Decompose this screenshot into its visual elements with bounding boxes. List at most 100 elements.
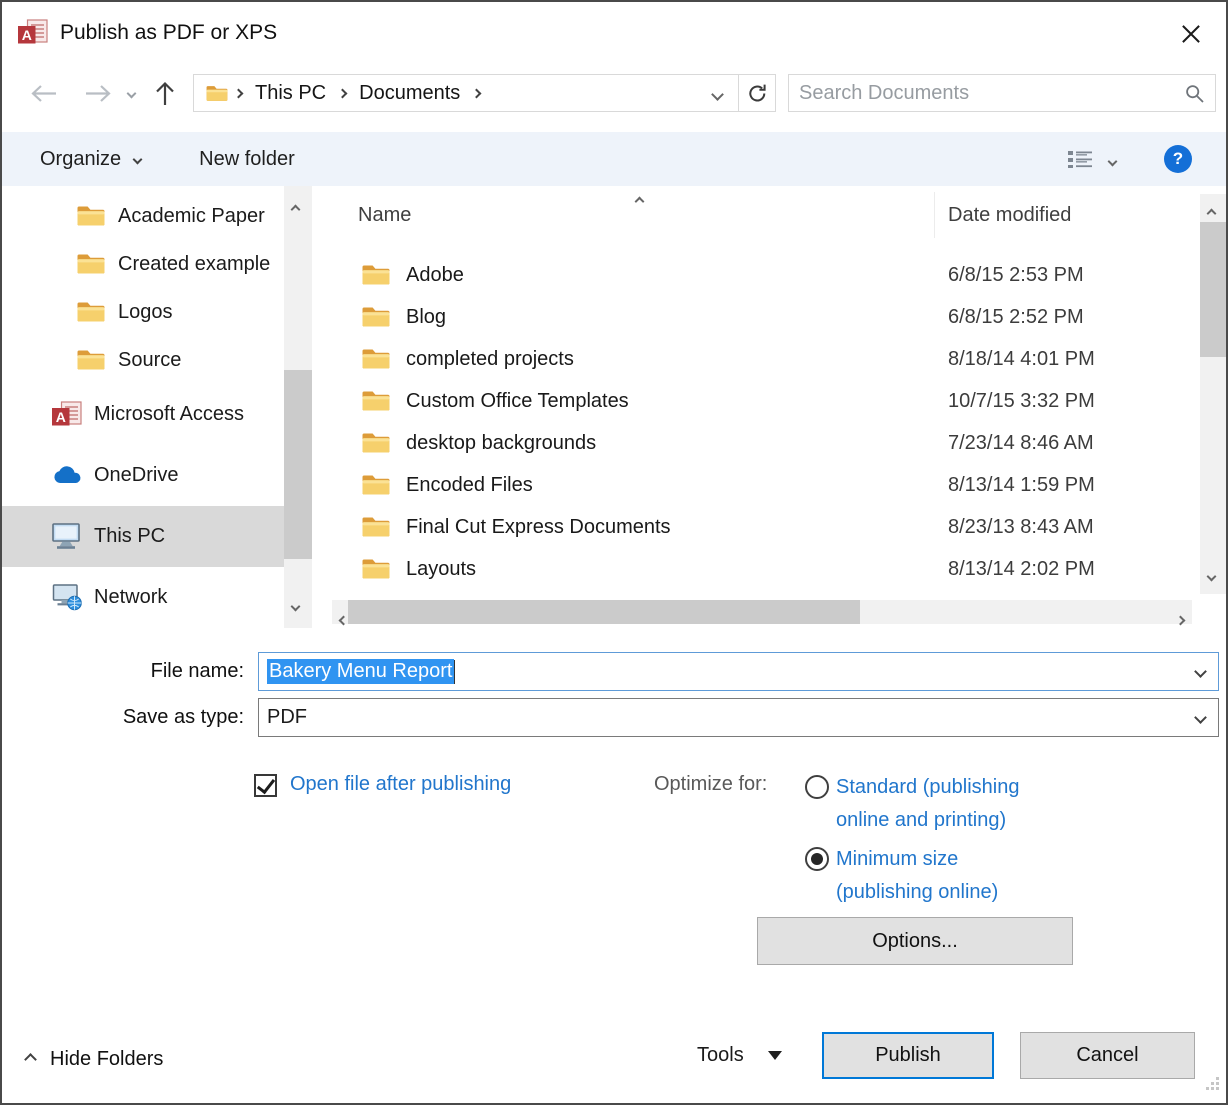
column-separator[interactable] <box>934 192 935 238</box>
sort-ascending-chevron-icon <box>636 188 643 211</box>
chevron-up-icon <box>24 1053 37 1066</box>
file-row[interactable]: Encoded Files8/13/14 1:59 PM <box>312 464 1196 506</box>
refresh-icon[interactable] <box>739 74 776 112</box>
file-name: Encoded Files <box>406 474 533 497</box>
scroll-down-chevron-icon[interactable] <box>1208 563 1215 586</box>
triangle-down-icon <box>768 1051 782 1060</box>
access-icon: A <box>50 401 84 429</box>
hide-folders-button[interactable]: Hide Folders <box>26 1048 163 1071</box>
radio-standard-label[interactable]: Standard (publishing online and printing… <box>836 771 1019 837</box>
scroll-right-chevron-icon[interactable] <box>1177 607 1184 630</box>
radio-minimum-size-label[interactable]: Minimum size (publishing online) <box>836 843 998 909</box>
open-after-publishing-checkbox[interactable] <box>254 774 277 797</box>
breadcrumb-chevron-icon[interactable] <box>336 90 349 97</box>
file-date-modified: 6/8/15 2:52 PM <box>948 306 1084 329</box>
radio-minimum-size[interactable] <box>805 847 829 871</box>
list-header: Name Date modified <box>312 186 1228 244</box>
list-vertical-scrollbar[interactable] <box>1200 194 1228 594</box>
publish-as-pdf-dialog: A Publish as PDF or XPS This PC Documents <box>0 0 1228 1105</box>
save-as-type-select[interactable]: PDF <box>258 698 1219 737</box>
cancel-button[interactable]: Cancel <box>1020 1032 1195 1079</box>
file-date-modified: 8/18/14 4:01 PM <box>948 348 1095 371</box>
onedrive-icon <box>50 465 84 486</box>
sidebar-item-label: Created example <box>118 253 270 276</box>
breadcrumb: This PC Documents <box>232 82 483 105</box>
search-box[interactable] <box>788 74 1216 112</box>
file-row[interactable]: Final Cut Express Documents8/23/13 8:43 … <box>312 506 1196 548</box>
sidebar-scrollbar-thumb[interactable] <box>284 370 312 559</box>
file-name-input[interactable]: Bakery Menu Report <box>258 652 1219 691</box>
sidebar-item-source[interactable]: Source <box>2 336 284 384</box>
sidebar-item-label: Academic Paper <box>118 205 265 228</box>
breadcrumb-item-documents[interactable]: Documents <box>349 82 470 105</box>
close-icon[interactable] <box>1176 20 1206 48</box>
new-folder-label: New folder <box>199 148 295 171</box>
up-arrow-icon[interactable] <box>155 81 175 106</box>
recent-locations-chevron-icon[interactable] <box>128 90 135 97</box>
address-bar[interactable]: This PC Documents <box>193 74 739 112</box>
sidebar-item-microsoft-access[interactable]: AMicrosoft Access <box>2 384 284 445</box>
options-button[interactable]: Options... <box>757 917 1073 965</box>
column-header-date-modified[interactable]: Date modified <box>948 204 1071 227</box>
folder-icon <box>362 432 392 454</box>
sidebar-item-academic-paper[interactable]: Academic Paper <box>2 192 284 240</box>
view-mode-chevron-icon[interactable] <box>1109 148 1116 171</box>
file-name-label: File name: <box>2 660 244 683</box>
svg-text:A: A <box>22 27 32 43</box>
sidebar-scrollbar[interactable] <box>284 186 312 628</box>
list-hscrollbar-thumb[interactable] <box>348 600 860 624</box>
file-row[interactable]: desktop backgrounds7/23/14 8:46 AM <box>312 422 1196 464</box>
address-dropdown-chevron-icon[interactable] <box>705 82 730 105</box>
publish-button[interactable]: Publish <box>822 1032 994 1079</box>
search-input[interactable] <box>799 82 1178 105</box>
tools-menu[interactable]: Tools <box>697 1032 782 1079</box>
scroll-up-chevron-icon[interactable] <box>1208 200 1215 223</box>
radio-standard[interactable] <box>805 775 829 799</box>
text-cursor <box>454 660 455 684</box>
sidebar-item-onedrive[interactable]: OneDrive <box>2 445 284 506</box>
breadcrumb-item-this-pc[interactable]: This PC <box>245 82 336 105</box>
folder-icon <box>362 390 392 412</box>
help-icon[interactable]: ? <box>1164 145 1192 173</box>
documents-folder-icon <box>206 85 228 102</box>
file-row[interactable]: Blog6/8/15 2:52 PM <box>312 296 1196 338</box>
sidebar-item-network[interactable]: Network <box>2 567 284 628</box>
radio-minimum-line2: (publishing online) <box>836 876 998 909</box>
access-app-icon: A <box>18 18 50 48</box>
forward-arrow-icon[interactable] <box>85 84 112 103</box>
scroll-left-chevron-icon[interactable] <box>340 607 347 630</box>
list-vscrollbar-thumb[interactable] <box>1200 222 1228 357</box>
file-row[interactable]: Layouts8/13/14 2:02 PM <box>312 548 1196 590</box>
file-row[interactable]: completed projects8/18/14 4:01 PM <box>312 338 1196 380</box>
file-row[interactable]: Adobe6/8/15 2:53 PM <box>312 254 1196 296</box>
sidebar-item-label: Logos <box>118 301 173 324</box>
back-arrow-icon[interactable] <box>30 84 57 103</box>
save-as-type-dropdown-chevron-icon[interactable] <box>1182 699 1218 736</box>
radio-standard-line1: Standard (publishing <box>836 771 1019 804</box>
scroll-down-chevron-icon[interactable] <box>292 593 299 616</box>
breadcrumb-chevron-icon[interactable] <box>232 90 245 97</box>
navigation-bar: This PC Documents <box>2 64 1226 122</box>
scroll-up-chevron-icon[interactable] <box>292 196 299 219</box>
file-row[interactable]: Custom Office Templates10/7/15 3:32 PM <box>312 380 1196 422</box>
resize-grip[interactable] <box>1204 1074 1220 1097</box>
command-toolbar: Organize New folder ? <box>2 132 1226 186</box>
details-view-icon[interactable] <box>1067 149 1093 169</box>
sidebar-item-this-pc[interactable]: This PC <box>2 506 284 567</box>
tools-label: Tools <box>697 1044 744 1067</box>
column-header-name[interactable]: Name <box>358 204 411 227</box>
organize-menu[interactable]: Organize <box>40 148 141 171</box>
file-name-dropdown-chevron-icon[interactable] <box>1182 653 1218 690</box>
new-folder-button[interactable]: New folder <box>199 148 295 171</box>
save-as-type-value: PDF <box>267 706 307 729</box>
sidebar-item-created-example[interactable]: Created example <box>2 240 284 288</box>
magnifier-icon[interactable] <box>1184 83 1205 104</box>
sidebar-item-logos[interactable]: Logos <box>2 288 284 336</box>
dialog-title: Publish as PDF or XPS <box>60 21 277 45</box>
file-name: Final Cut Express Documents <box>406 516 671 539</box>
list-horizontal-scrollbar[interactable] <box>332 600 1192 624</box>
file-name: Adobe <box>406 264 464 287</box>
breadcrumb-chevron-icon[interactable] <box>470 90 483 97</box>
open-after-publishing-label[interactable]: Open file after publishing <box>290 773 511 796</box>
folder-icon <box>362 264 392 286</box>
